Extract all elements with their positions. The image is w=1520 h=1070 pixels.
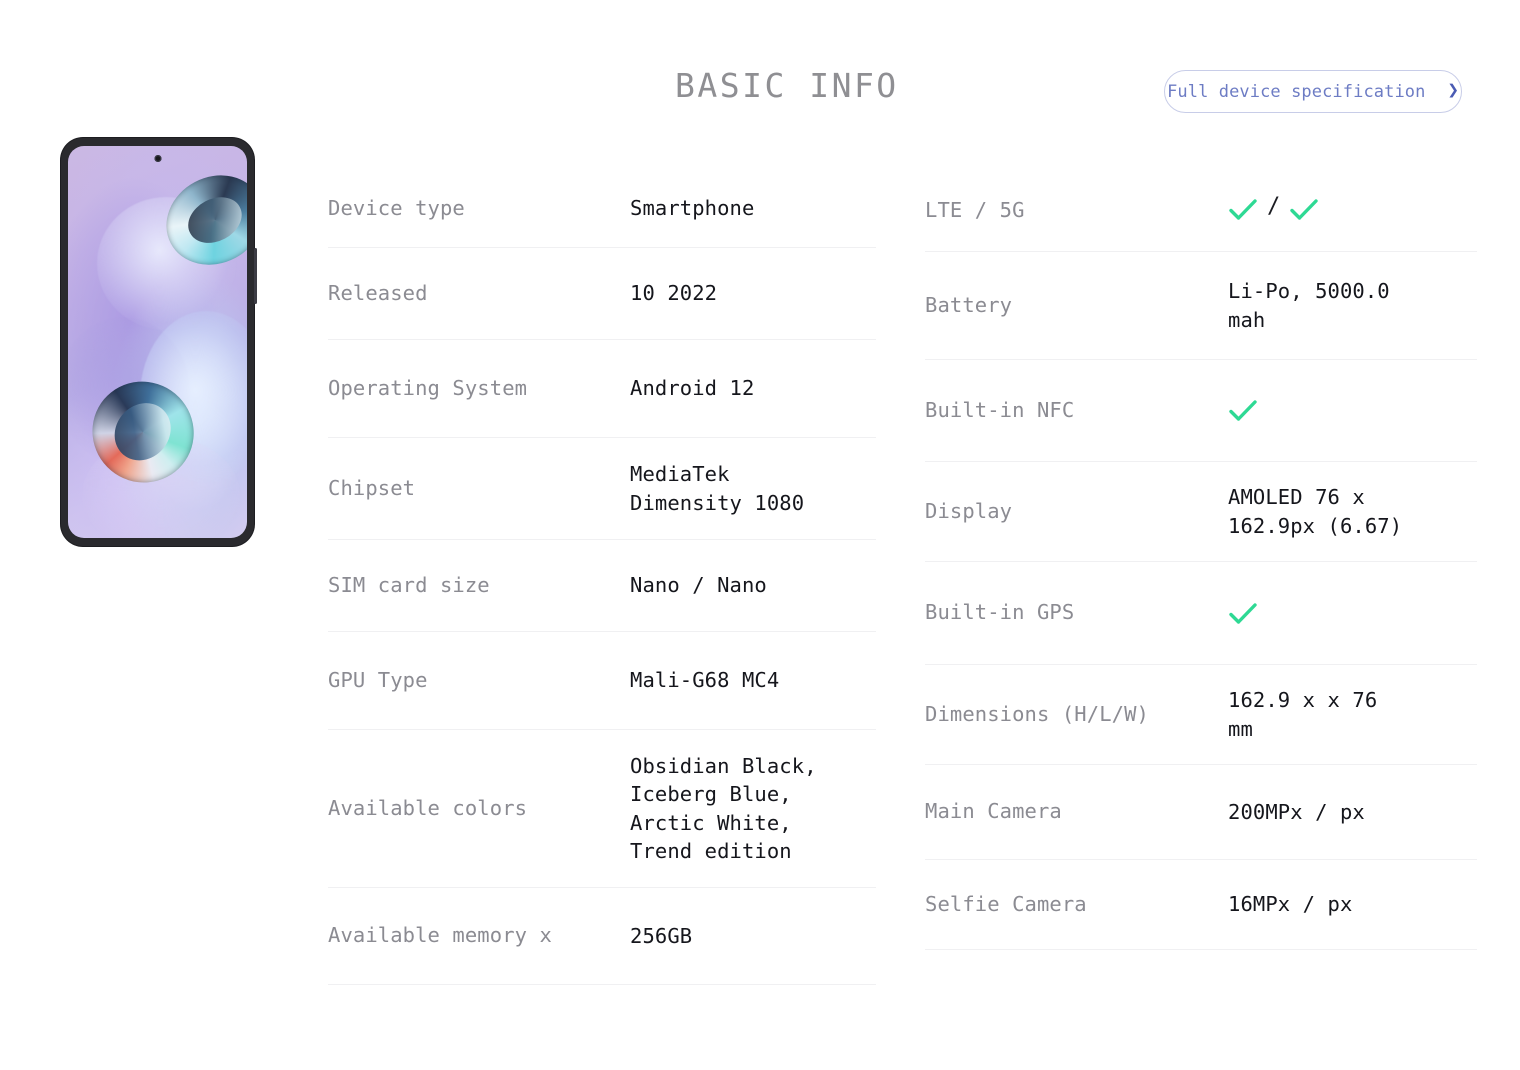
spec-value <box>1228 396 1477 424</box>
spec-value: 162.9 x x 76 mm <box>1228 688 1378 741</box>
spec-value: Obsidian Black, Iceberg Blue, Arctic Whi… <box>630 753 817 863</box>
spec-label: GPU Type <box>328 667 428 692</box>
spec-row: Operating System Android 12 <box>328 340 876 438</box>
spec-value: Nano / Nano <box>630 573 767 598</box>
device-image <box>61 138 257 546</box>
spec-value: 200MPx / px <box>1228 799 1365 824</box>
spec-value: AMOLED 76 x 162.9px (6.67) <box>1228 485 1403 538</box>
basic-info-table-left: Device type Smartphone Released 10 2022 Oper… <box>328 170 876 985</box>
spec-row: LTE / 5G / <box>925 170 1477 252</box>
spec-value: Li-Po, 5000.0 mah <box>1228 279 1390 332</box>
page-title: BASIC INFO <box>675 66 899 105</box>
checkmark-icon <box>1228 197 1258 223</box>
spec-value: 10 2022 <box>630 281 718 306</box>
spec-row: Chipset MediaTek Dimensity 1080 <box>328 438 876 540</box>
value-separator: / <box>1267 194 1281 220</box>
spec-label: Released <box>328 280 428 305</box>
spec-label: Selfie Camera <box>925 891 1087 916</box>
chevron-right-icon: ❯ <box>1447 79 1459 101</box>
basic-info-page: BASIC INFO Full device specification ❯ D… <box>0 0 1520 1070</box>
spec-row: Selfie Camera 16MPx / px <box>925 860 1477 950</box>
power-button-side <box>254 248 257 304</box>
spec-row: Main Camera 200MPx / px <box>925 765 1477 860</box>
spec-value: Android 12 <box>630 376 755 401</box>
spec-label: Display <box>925 498 1013 523</box>
spec-label: Operating System <box>328 375 528 400</box>
checkmark-icon <box>1289 197 1319 223</box>
spec-row: Built-in NFC <box>925 360 1477 462</box>
spec-row: Battery Li-Po, 5000.0 mah <box>925 252 1477 360</box>
spec-row: Device type Smartphone <box>328 170 876 248</box>
spec-label: Available memory x <box>328 923 552 948</box>
spec-label: LTE / 5G <box>925 197 1025 222</box>
spec-label: Dimensions (H/L/W) <box>925 701 1149 726</box>
spec-label: Built-in GPS <box>925 600 1075 625</box>
full-device-specification-label: Full device specification <box>1167 81 1426 102</box>
basic-info-table-right: LTE / 5G / Battery Li-Po, 5000.0 mah Built-i… <box>925 170 1477 950</box>
spec-value: Smartphone <box>630 196 755 221</box>
spec-value: 256GB <box>630 923 693 948</box>
spec-row: SIM card size Nano / Nano <box>328 540 876 632</box>
spec-row: Available memory x 256GB <box>328 888 876 985</box>
checkmark-icon <box>1228 398 1258 424</box>
spec-label: SIM card size <box>328 572 490 597</box>
spec-label: Chipset <box>328 475 416 500</box>
checkmark-icon <box>1228 601 1258 627</box>
spec-value: / <box>1228 194 1477 225</box>
spec-row: Available colors Obsidian Black, Iceberg … <box>328 730 876 888</box>
spec-row: GPU Type Mali-G68 MC4 <box>328 632 876 730</box>
spec-label: Main Camera <box>925 799 1062 824</box>
spec-label: Available colors <box>328 795 528 820</box>
spec-label: Battery <box>925 292 1013 317</box>
spec-row: Built-in GPS <box>925 562 1477 665</box>
spec-value: Mali-G68 MC4 <box>630 668 780 693</box>
spec-label: Built-in NFC <box>925 397 1075 422</box>
spec-value <box>1228 599 1477 627</box>
spec-row: Display AMOLED 76 x 162.9px (6.67) <box>925 462 1477 562</box>
full-device-specification-button[interactable]: Full device specification ❯ <box>1164 70 1462 113</box>
front-camera-icon <box>154 155 161 162</box>
spec-value: 16MPx / px <box>1228 892 1353 917</box>
spec-value: MediaTek Dimensity 1080 <box>630 462 805 515</box>
spec-label: Device type <box>328 195 465 220</box>
spec-row: Dimensions (H/L/W) 162.9 x x 76 mm <box>925 665 1477 765</box>
device-screen-wallpaper <box>68 146 247 538</box>
spec-row: Released 10 2022 <box>328 248 876 340</box>
